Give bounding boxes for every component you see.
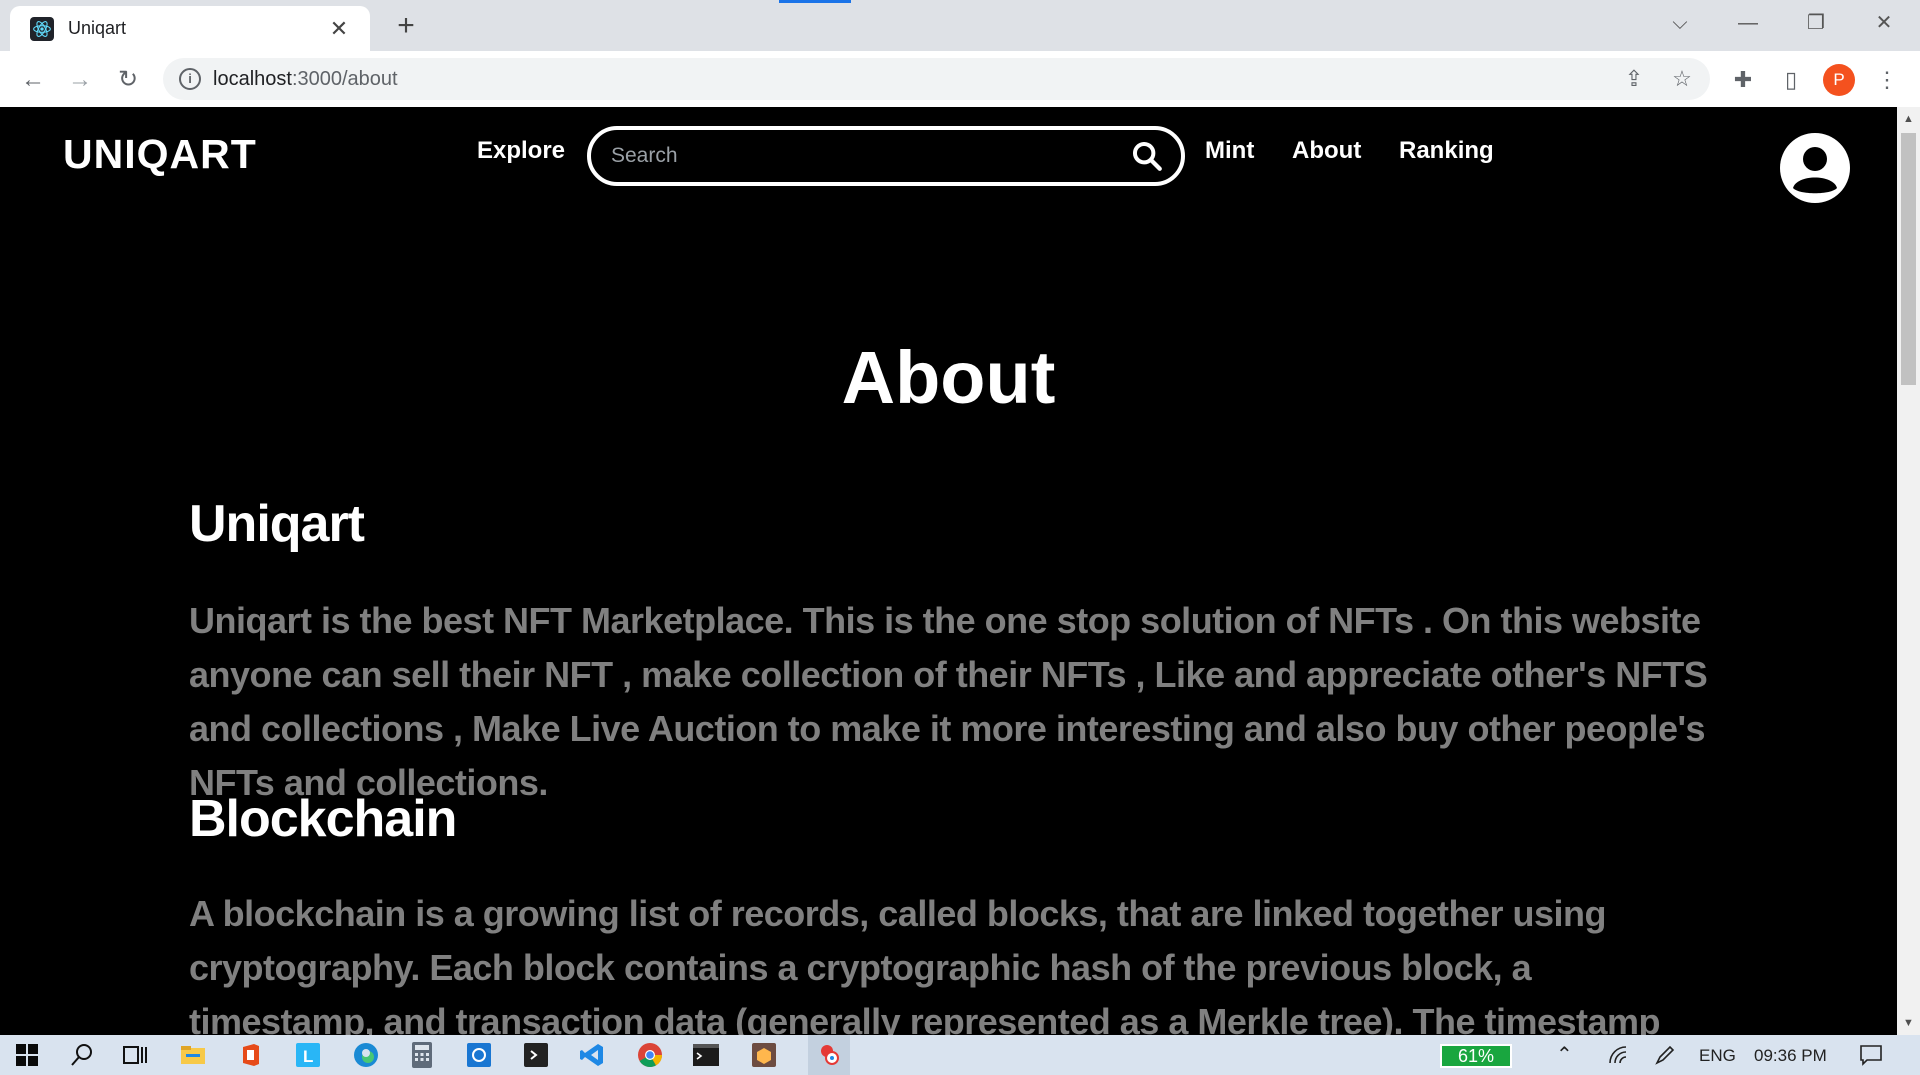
tab-search-chevron-icon[interactable]: ⌵ bbox=[1662, 8, 1698, 38]
url-host: localhost bbox=[213, 68, 292, 90]
page-scrollbar[interactable]: ▲ ▼ bbox=[1897, 107, 1920, 1035]
tab-close-icon[interactable]: ✕ bbox=[326, 16, 352, 42]
reload-icon[interactable]: ↻ bbox=[111, 63, 145, 97]
site-info-icon[interactable]: i bbox=[179, 68, 201, 90]
search-taskbar-icon[interactable] bbox=[68, 1041, 96, 1069]
back-arrow-icon[interactable]: ← bbox=[16, 63, 50, 97]
file-explorer-icon[interactable] bbox=[179, 1041, 207, 1069]
site-logo[interactable]: UNIQART bbox=[63, 131, 257, 178]
tray-chevron-up-icon[interactable]: ⌃ bbox=[1556, 1042, 1573, 1067]
page-title: About bbox=[841, 336, 1056, 419]
tab-title: Uniqart bbox=[68, 18, 127, 38]
profile-avatar[interactable]: P bbox=[1823, 64, 1855, 96]
calculator-icon[interactable] bbox=[408, 1041, 436, 1069]
windows-taskbar: L 61% ⌃ ENG 09:36 PM bbox=[0, 1035, 1920, 1075]
user-account-icon[interactable] bbox=[1779, 132, 1851, 204]
chrome-icon[interactable] bbox=[636, 1041, 664, 1069]
section-heading-blockchain: Blockchain bbox=[189, 790, 457, 848]
battery-indicator[interactable]: 61% bbox=[1440, 1044, 1512, 1068]
react-favicon-icon bbox=[30, 16, 54, 41]
search-icon[interactable] bbox=[1130, 139, 1164, 173]
package-app-icon[interactable] bbox=[750, 1041, 778, 1069]
browser-toolbar: ← → ↻ i localhost:3000/about ⇪ ☆ ✚ ▯ P ⋮ bbox=[0, 51, 1920, 107]
browser-tab-bar: Uniqart ✕ + ⌵ — ❐ ✕ bbox=[0, 0, 1920, 51]
nav-explore[interactable]: Explore bbox=[477, 137, 565, 165]
bookmark-star-icon[interactable]: ☆ bbox=[1667, 64, 1697, 94]
windows-start-icon[interactable] bbox=[13, 1041, 41, 1069]
search-bar bbox=[587, 126, 1185, 186]
tab-loading-indicator bbox=[779, 0, 851, 3]
edge-browser-icon[interactable] bbox=[352, 1041, 380, 1069]
office-icon[interactable] bbox=[237, 1041, 265, 1069]
clock[interactable]: 09:36 PM bbox=[1754, 1046, 1827, 1066]
new-tab-icon[interactable]: + bbox=[390, 10, 422, 42]
section-body-blockchain: A blockchain is a growing list of record… bbox=[189, 893, 1661, 1035]
extensions-puzzle-icon[interactable]: ✚ bbox=[1727, 64, 1759, 96]
forward-arrow-icon[interactable]: → bbox=[63, 63, 97, 97]
section-heading-uniqart: Uniqart bbox=[189, 495, 365, 553]
minimize-icon[interactable]: — bbox=[1730, 8, 1766, 38]
browser-tab[interactable]: Uniqart ✕ bbox=[10, 6, 370, 51]
url-text[interactable]: localhost:3000/about bbox=[213, 68, 398, 91]
svg-text:L: L bbox=[303, 1047, 313, 1066]
share-icon[interactable]: ⇪ bbox=[1619, 64, 1649, 94]
task-view-icon[interactable] bbox=[121, 1041, 149, 1069]
restore-icon[interactable]: ❐ bbox=[1798, 8, 1834, 38]
wifi-icon[interactable] bbox=[1605, 1041, 1633, 1069]
language-indicator[interactable]: ENG bbox=[1699, 1046, 1736, 1066]
notifications-icon[interactable] bbox=[1857, 1041, 1885, 1069]
address-bar[interactable]: i localhost:3000/about ⇪ ☆ bbox=[163, 58, 1710, 100]
scroll-up-arrow-icon[interactable]: ▲ bbox=[1897, 109, 1920, 129]
scroll-down-arrow-icon[interactable]: ▼ bbox=[1897, 1013, 1920, 1033]
url-path: :3000/about bbox=[291, 68, 398, 90]
blue-app-icon[interactable] bbox=[465, 1041, 493, 1069]
window-close-icon[interactable]: ✕ bbox=[1866, 8, 1902, 38]
search-input[interactable] bbox=[611, 140, 1111, 172]
dark-app-icon[interactable] bbox=[522, 1041, 550, 1069]
nav-ranking[interactable]: Ranking bbox=[1399, 137, 1494, 165]
side-panel-icon[interactable]: ▯ bbox=[1775, 64, 1807, 96]
l-app-icon[interactable]: L bbox=[294, 1041, 322, 1069]
scroll-thumb[interactable] bbox=[1901, 133, 1916, 385]
pen-icon[interactable] bbox=[1651, 1041, 1679, 1069]
page-viewport: UNIQART Explore Mint About Ranking About… bbox=[0, 107, 1897, 1035]
menu-kebab-icon[interactable]: ⋮ bbox=[1871, 64, 1903, 96]
vscode-icon[interactable] bbox=[578, 1041, 606, 1069]
active-app-icon[interactable] bbox=[808, 1035, 850, 1075]
nav-mint[interactable]: Mint bbox=[1205, 137, 1254, 165]
section-body-uniqart: Uniqart is the best NFT Marketplace. Thi… bbox=[189, 600, 1708, 803]
terminal-icon[interactable] bbox=[692, 1041, 720, 1069]
nav-about[interactable]: About bbox=[1292, 137, 1361, 165]
